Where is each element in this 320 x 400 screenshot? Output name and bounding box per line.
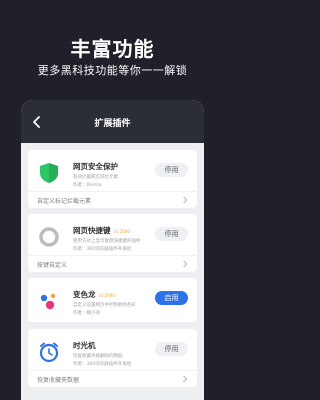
plugin-author: 作者：360浏览器插件开发组 (73, 247, 132, 252)
plugin-version: v1.2000 (113, 229, 130, 234)
page-title: 扩展插件 (94, 119, 131, 129)
chevron-right-icon (183, 260, 188, 268)
plugin-page-header: 扩展插件 (21, 100, 204, 143)
plugin-desc: 恢复收藏夹被删除的数据 (73, 354, 123, 359)
plugin-settings-link[interactable]: 自定义标记拦截元素 (28, 191, 197, 208)
settings-label: 按键自定义 (37, 262, 68, 269)
disable-button[interactable]: 停用 (155, 342, 188, 356)
enable-button[interactable]: 启用 (155, 291, 188, 305)
shield-icon (38, 162, 60, 184)
plugin-settings-link[interactable]: 恢复收藏夹数据 (28, 370, 197, 387)
plugin-desc: 有效拦截网页风险元素 (73, 175, 118, 180)
plugin-author: 作者：媚小诗 (73, 311, 100, 316)
settings-label: 恢复收藏夹数据 (37, 377, 80, 384)
chevron-right-icon (183, 196, 188, 204)
disable-button[interactable]: 停用 (155, 163, 188, 177)
phone-mockup: 扩展插件 网页安全保护 有效拦截网页风险元素 作者：Derma 停用 自定义标记… (21, 100, 204, 400)
chevron-right-icon (183, 375, 188, 383)
plugin-desc: 自定义设置网页中控制颜色色彩 (73, 303, 136, 308)
plugin-desc: 使用方式上显示键盘快捷键的插件 (73, 239, 141, 244)
alarm-clock-icon (38, 341, 60, 363)
color-dots-icon (38, 290, 60, 312)
plugin-author: 作者：Derma (73, 183, 102, 188)
hero-subtitle: 更多黑科技功能等你一一解锁 (37, 64, 188, 77)
plugin-name: 网页快捷键 v1.2000 (73, 226, 130, 235)
plugin-card-time-machine: 时光机 恢复收藏夹被删除的数据 作者：360浏览器插件开发组 停用 恢复收藏夹数… (28, 329, 197, 387)
plugin-author: 作者：360浏览器插件开发组 (73, 362, 132, 367)
plugin-name: 网页安全保护 (73, 162, 118, 171)
plugin-name: 变色龙 v1.2000 (73, 290, 115, 299)
disable-button[interactable]: 停用 (155, 227, 188, 241)
plugin-card-shortcuts: 网页快捷键 v1.2000 使用方式上显示键盘快捷键的插件 作者：360浏览器插件… (28, 214, 197, 272)
ring-icon (38, 226, 60, 248)
hero-title: 丰富功能 (70, 37, 155, 61)
plugin-card-chameleon: 变色龙 v1.2000 自定义设置网页中控制颜色色彩 作者：媚小诗 启用 (28, 278, 197, 322)
plugin-card-security: 网页安全保护 有效拦截网页风险元素 作者：Derma 停用 自定义标记拦截元素 (28, 150, 197, 208)
plugin-name: 时光机 (73, 341, 96, 350)
plugin-settings-link[interactable]: 按键自定义 (28, 255, 197, 272)
plugin-version: v1.2000 (98, 293, 115, 298)
settings-label: 自定义标记拦截元素 (37, 198, 92, 205)
